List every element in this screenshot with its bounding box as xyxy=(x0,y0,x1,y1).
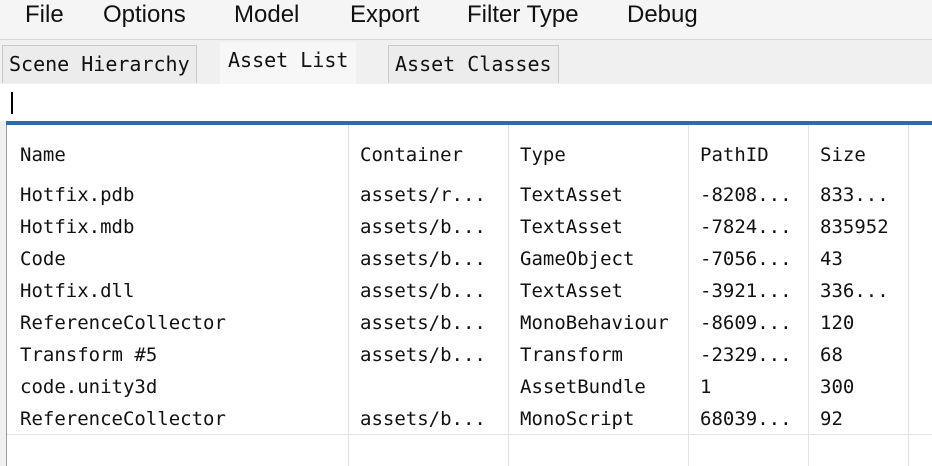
cell-pathid: -3921... xyxy=(700,280,792,302)
cell-name: Hotfix.pdb xyxy=(20,184,135,206)
cell-container: assets/b... xyxy=(360,280,486,302)
cell-size: 300 xyxy=(820,376,855,398)
cell-type: AssetBundle xyxy=(520,376,646,398)
cell-pathid: -2329... xyxy=(700,344,792,366)
text-caret xyxy=(11,92,13,114)
cell-pathid: -7824... xyxy=(700,216,792,238)
cell-size: 43 xyxy=(820,248,843,270)
cell-container: assets/b... xyxy=(360,408,486,430)
cell-container: assets/b... xyxy=(360,248,486,270)
cell-type: GameObject xyxy=(520,248,635,270)
tab-asset-list[interactable]: Asset List xyxy=(220,42,357,84)
cell-container: assets/b... xyxy=(360,216,486,238)
cell-size: 92 xyxy=(820,408,843,430)
cell-size: 336... xyxy=(820,280,889,302)
menu-file[interactable]: File xyxy=(25,0,64,32)
menu-filter-type[interactable]: Filter Type xyxy=(467,0,579,32)
tab-asset-classes[interactable]: Asset Classes xyxy=(388,45,559,83)
menu-options[interactable]: Options xyxy=(103,0,186,32)
cell-size: 120 xyxy=(820,312,855,334)
menu-export[interactable]: Export xyxy=(350,0,419,32)
menu-model[interactable]: Model xyxy=(234,0,299,32)
cell-pathid: -8208... xyxy=(700,184,792,206)
cell-type: Transform xyxy=(520,344,623,366)
cell-pathid: -8609... xyxy=(700,312,792,334)
cell-size: 833... xyxy=(820,184,889,206)
cell-type: MonoScript xyxy=(520,408,635,430)
column-header-size[interactable]: Size xyxy=(820,139,905,171)
cell-type: TextAsset xyxy=(520,216,623,238)
cell-name: ReferenceCollector xyxy=(20,312,226,334)
cell-container xyxy=(360,371,505,403)
cell-size: 68 xyxy=(820,344,843,366)
cell-name: Code xyxy=(20,248,66,270)
asset-list[interactable]: Name Container Type PathID Size Hotfix.p… xyxy=(6,125,932,466)
tab-strip: Scene Hierarchy Asset List Asset Classes xyxy=(0,40,932,84)
cell-name: Hotfix.mdb xyxy=(20,216,135,238)
cell-name: Transform #5 xyxy=(20,344,158,366)
column-header-pathid[interactable]: PathID xyxy=(700,139,805,171)
menu-debug[interactable]: Debug xyxy=(627,0,698,32)
cell-name: Hotfix.dll xyxy=(20,280,135,302)
column-divider xyxy=(808,125,809,466)
column-header-container[interactable]: Container xyxy=(360,139,505,171)
cell-container: assets/b... xyxy=(360,312,486,334)
tab-scene-hierarchy[interactable]: Scene Hierarchy xyxy=(2,45,197,83)
column-header-type[interactable]: Type xyxy=(520,139,685,171)
cell-type: TextAsset xyxy=(520,280,623,302)
cell-pathid: 68039... xyxy=(700,408,792,430)
cell-container: assets/r... xyxy=(360,184,486,206)
cell-type: MonoBehaviour xyxy=(520,312,669,334)
cell-name: ReferenceCollector xyxy=(20,408,226,430)
column-header-name[interactable]: Name xyxy=(20,139,340,171)
cell-type: TextAsset xyxy=(520,184,623,206)
cell-name: code.unity3d xyxy=(20,376,158,398)
cell-pathid: -7056... xyxy=(700,248,792,270)
menu-bar: File Options Model Export Filter Type De… xyxy=(0,0,932,40)
column-divider xyxy=(908,125,909,466)
column-divider xyxy=(348,125,349,466)
column-divider xyxy=(508,125,509,466)
filter-input[interactable] xyxy=(0,84,932,121)
cell-size: 835952 xyxy=(820,216,889,238)
column-divider xyxy=(688,125,689,466)
cell-container: assets/b... xyxy=(360,344,486,366)
cell-pathid: 1 xyxy=(700,376,712,398)
